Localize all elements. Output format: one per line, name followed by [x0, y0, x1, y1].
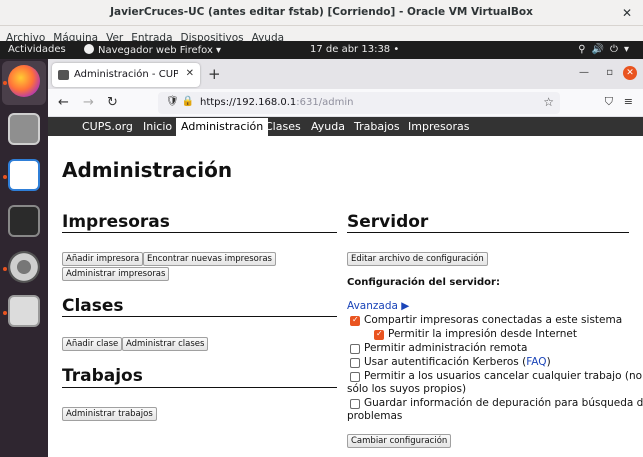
terminal-icon[interactable]	[8, 205, 40, 237]
firefox-icon[interactable]	[8, 65, 40, 97]
apply-settings-button[interactable]: Cambiar configuración	[347, 434, 452, 448]
forward-icon[interactable]: →	[83, 95, 94, 110]
url-text[interactable]: https://192.168.0.1:631/admin	[200, 97, 353, 108]
window-close-icon[interactable]: ✕	[623, 66, 637, 80]
edit-config-button[interactable]: Editar archivo de configuración	[347, 252, 488, 266]
maximize-icon[interactable]: ▫	[606, 67, 613, 78]
debug-logging-label-1: Guardar información de depuración para b…	[364, 397, 643, 409]
nav-inicio[interactable]: Inicio	[138, 118, 177, 136]
nav-clases[interactable]: Clases	[260, 118, 306, 136]
cancel-any-job-label-1: Permitir a los usuarios cancelar cualqui…	[364, 370, 643, 382]
kerberos-close: )	[546, 356, 551, 368]
app-menu-label: Navegador web Firefox	[98, 45, 213, 56]
system-tray[interactable]: ⚲🔊⏻▾	[578, 44, 635, 55]
kerberos-label: Usar autentificación Kerberos (FAQ)	[364, 356, 551, 368]
remote-admin-checkbox[interactable]	[350, 344, 360, 354]
pocket-icon[interactable]: ⛉	[605, 95, 613, 109]
clock-label: 17 de abr 13:38	[310, 44, 391, 55]
server-config-label: Configuración del servidor:	[347, 277, 500, 288]
debug-logging-label-2: problemas	[347, 410, 403, 422]
allow-internet-label: Permitir la impresión desde Internet	[388, 328, 577, 340]
kerberos-text: Usar autentificación Kerberos (	[364, 356, 527, 368]
printer-icon[interactable]	[8, 295, 40, 327]
dock-running-indicator	[3, 311, 7, 315]
server-divider	[347, 232, 629, 233]
add-class-button[interactable]: Añadir clase	[62, 337, 123, 351]
allow-internet-checkbox[interactable]	[374, 329, 384, 340]
jobs-divider	[62, 387, 337, 388]
nav-impresoras[interactable]: Impresoras	[403, 118, 474, 136]
files-icon[interactable]	[8, 113, 40, 145]
firefox-nav-bar: ← → ↻ 🛡 🔒 https://192.168.0.1:631/admin …	[48, 89, 643, 117]
advanced-link[interactable]: Avanzada ▶	[347, 300, 409, 312]
browser-tab[interactable]: Administración - CUPS 2. ✕	[52, 63, 200, 87]
find-printers-button[interactable]: Encontrar nuevas impresoras	[143, 252, 276, 266]
firefox-tab-strip: Administración - CUPS 2. ✕ + — ▫ ✕	[48, 59, 643, 89]
faq-link[interactable]: FAQ	[526, 356, 546, 368]
url-host: https://192.168.0.1	[200, 97, 297, 108]
gnome-top-bar: Actividades Navegador web Firefox ▾ 17 d…	[0, 41, 643, 59]
remote-admin-label: Permitir administración remota	[364, 342, 528, 354]
reload-icon[interactable]: ↻	[107, 95, 118, 110]
cups-nav-bar: CUPS.org Inicio Administración Clases Ay…	[48, 117, 643, 136]
manage-jobs-button[interactable]: Administrar trabajos	[62, 407, 157, 421]
activities-button[interactable]: Actividades	[8, 44, 66, 55]
dock-running-indicator	[3, 267, 7, 271]
back-icon[interactable]: ←	[58, 95, 69, 110]
lock-icon[interactable]: 🛡 🔒	[166, 96, 194, 107]
debug-logging-checkbox[interactable]	[350, 399, 360, 409]
nav-cups-org[interactable]: CUPS.org	[77, 118, 138, 136]
network-icon: ⚲	[578, 44, 592, 55]
vbox-window-title: JavierCruces-UC (antes editar fstab) [Co…	[110, 6, 533, 18]
manage-classes-button[interactable]: Administrar clases	[122, 337, 209, 351]
url-bar[interactable]: 🛡 🔒 https://192.168.0.1:631/admin ☆	[158, 92, 560, 114]
close-icon[interactable]: ✕	[619, 5, 635, 21]
jobs-heading: Trabajos	[62, 366, 143, 386]
dock-running-indicator	[3, 81, 7, 85]
vbox-menubar: Archivo Máquina Ver Entrada Dispositivos Ayud…	[0, 26, 643, 44]
power-icon: ⏻	[610, 44, 624, 55]
url-path: :631/admin	[296, 97, 354, 108]
vbox-title-bar: JavierCruces-UC (antes editar fstab) [Co…	[0, 0, 643, 26]
dock-running-indicator	[3, 175, 7, 179]
printers-heading: Impresoras	[62, 212, 170, 232]
settings-icon[interactable]	[8, 251, 40, 283]
cancel-any-job-checkbox[interactable]	[350, 372, 360, 382]
firefox-icon	[84, 44, 94, 54]
volume-icon: 🔊	[591, 44, 611, 55]
tab-title: Administración - CUPS 2.	[74, 69, 178, 80]
nav-trabajos[interactable]: Trabajos	[349, 118, 405, 136]
cups-admin-page: Administración Impresoras Añadir impreso…	[48, 136, 643, 457]
bookmark-star-icon[interactable]: ☆	[543, 95, 554, 109]
classes-divider	[62, 316, 337, 317]
add-printer-button[interactable]: Añadir impresora	[62, 252, 144, 266]
page-title: Administración	[62, 158, 233, 182]
manage-printers-button[interactable]: Administrar impresoras	[62, 267, 170, 281]
chevron-down-icon: ▾	[623, 44, 635, 55]
share-printers-label: Compartir impresoras conectadas a este s…	[364, 314, 623, 326]
ubuntu-dock	[0, 59, 48, 457]
server-heading: Servidor	[347, 212, 429, 232]
kerberos-checkbox[interactable]	[350, 358, 360, 368]
classes-heading: Clases	[62, 296, 124, 316]
hamburger-menu-icon[interactable]: ≡	[624, 95, 633, 108]
nav-administracion[interactable]: Administración	[176, 118, 269, 136]
minimize-icon[interactable]: —	[579, 67, 589, 78]
app-menu[interactable]: Navegador web Firefox ▾	[84, 44, 221, 56]
clock[interactable]: 17 de abr 13:38 •	[310, 44, 399, 55]
share-printers-checkbox[interactable]	[350, 315, 360, 326]
printers-divider	[62, 232, 337, 233]
nav-ayuda[interactable]: Ayuda	[306, 118, 350, 136]
new-tab-icon[interactable]: +	[208, 65, 221, 83]
cups-favicon-icon	[58, 70, 69, 80]
cancel-any-job-label-2: sólo los suyos propios)	[347, 383, 467, 395]
close-tab-icon[interactable]: ✕	[186, 68, 194, 79]
writer-icon[interactable]	[8, 159, 40, 191]
